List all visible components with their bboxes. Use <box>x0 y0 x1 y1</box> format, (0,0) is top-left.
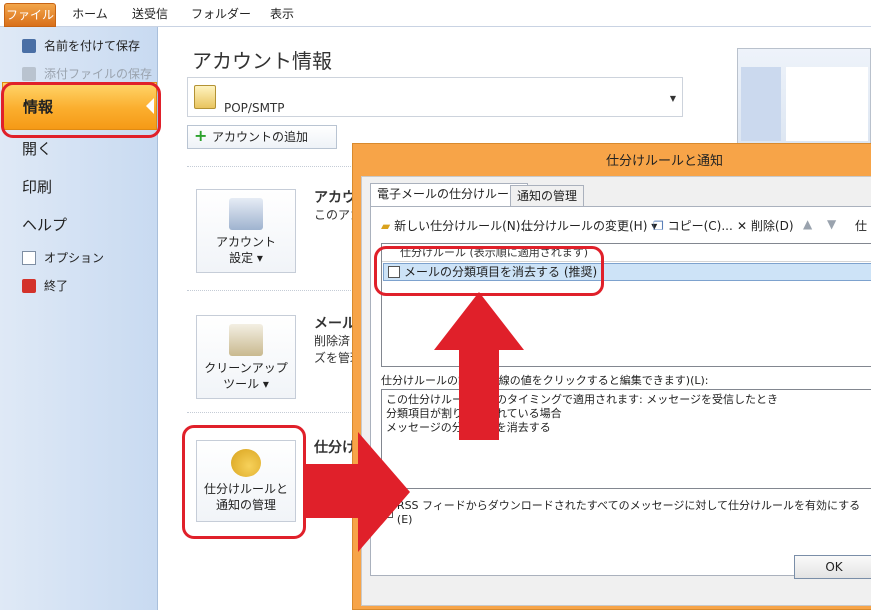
arrow-up-icon <box>434 292 524 440</box>
arrow-right-icon <box>304 432 410 552</box>
annotation-arrows <box>304 292 524 552</box>
